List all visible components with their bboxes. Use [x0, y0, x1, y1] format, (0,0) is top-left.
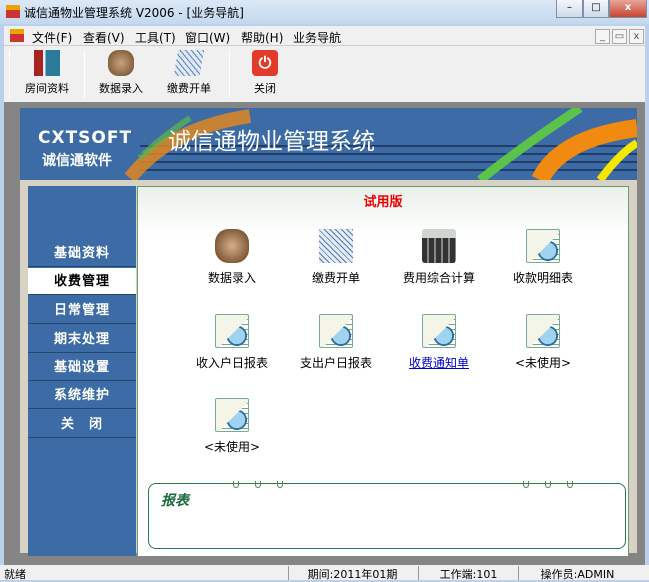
sidebar: 基础资料 收费管理 日常管理 期末处理 基础设置 系统维护 关 闭: [28, 186, 136, 556]
menu-tools[interactable]: 工具(T): [135, 29, 176, 46]
mdi-minimize-button[interactable]: _: [595, 29, 610, 44]
report-magnifier-icon: [319, 314, 353, 348]
nav-label: 费用综合计算: [402, 271, 475, 285]
close-toolbar-button[interactable]: ⏻ 关闭: [230, 50, 300, 96]
nav-unused-2[interactable]: <未使用>: [182, 398, 282, 455]
report-title: 报表: [161, 493, 189, 509]
close-button[interactable]: x: [609, 0, 647, 18]
data-entry-button[interactable]: 数据录入: [86, 50, 156, 96]
report-magnifier-icon: [526, 314, 560, 348]
room-info-label: 房间资料: [25, 82, 69, 95]
banner: CXTSOFT 诚信通软件 诚信通物业管理系统: [20, 108, 637, 180]
brand-chinese: 诚信通软件: [42, 153, 112, 169]
report-panel: 报表: [148, 481, 626, 549]
nav-fee-calculation[interactable]: 费用综合计算: [389, 229, 489, 286]
billing-sheet-icon: [319, 229, 353, 263]
status-operator: 操作员:ADMIN: [518, 566, 636, 581]
report-magnifier-icon: [215, 314, 249, 348]
nav-fee-notice[interactable]: 收费通知单: [389, 314, 489, 371]
mdi-restore-button[interactable]: ▭: [612, 29, 627, 44]
navigation-frame: CXTSOFT 诚信通软件 诚信通物业管理系统 基础资料 收费管理 日常管理 期…: [20, 108, 637, 556]
menu-bar: 文件(F) 查看(V) 工具(T) 窗口(W) 帮助(H) 业务导航 _ ▭ x: [4, 26, 645, 46]
ring-icon: [277, 481, 283, 488]
content-panel: 试用版 数据录入 缴费开单 费用综合计算 收款明细表 收入户日报表 支出户日报表…: [137, 186, 629, 556]
toolbar-separator: [9, 50, 10, 98]
room-info-button[interactable]: 房间资料: [12, 50, 82, 96]
sidebar-item-close[interactable]: 关 闭: [28, 411, 136, 438]
nav-label: 缴费开单: [311, 271, 360, 285]
toolbar: 房间资料 数据录入 缴费开单 ⏻ 关闭: [4, 46, 645, 102]
nav-label: 收入户日报表: [195, 356, 268, 370]
sidebar-item-fee-management[interactable]: 收费管理: [28, 268, 136, 295]
app-house-icon: [6, 5, 20, 18]
ring-icon: [545, 481, 551, 488]
building-icon: [34, 50, 60, 76]
power-icon: ⏻: [252, 50, 278, 76]
nav-receipt-detail[interactable]: 收款明细表: [493, 229, 593, 286]
nav-label: <未使用>: [203, 440, 261, 454]
sidebar-item-basic-settings[interactable]: 基础设置: [28, 354, 136, 381]
nav-label: 收款明细表: [512, 271, 573, 285]
window-title: 诚信通物业管理系统 V2006 - [业务导航]: [24, 6, 244, 20]
title-bar: 诚信通物业管理系统 V2006 - [业务导航] – □ x: [0, 0, 649, 24]
nav-billing[interactable]: 缴费开单: [286, 229, 386, 286]
calculator-icon: [422, 229, 456, 263]
ring-icon: [255, 481, 261, 488]
mdi-house-icon: [10, 29, 24, 42]
nav-label: 支出户日报表: [299, 356, 372, 370]
status-bar: 就绪 期间:2011年01期 工作端:101 操作员:ADMIN: [0, 565, 649, 581]
brand-logo: CXTSOFT: [38, 128, 133, 148]
status-terminal: 工作端:101: [418, 566, 518, 581]
mdi-close-button[interactable]: x: [629, 29, 644, 44]
toolbar-separator: [84, 50, 85, 98]
keyboard-hands-icon: [215, 229, 249, 263]
banner-title: 诚信通物业管理系统: [168, 129, 375, 155]
trial-label: 试用版: [363, 195, 403, 210]
data-entry-label: 数据录入: [99, 82, 143, 95]
workspace: CXTSOFT 诚信通软件 诚信通物业管理系统 基础资料 收费管理 日常管理 期…: [4, 102, 645, 565]
report-magnifier-icon: [215, 398, 249, 432]
report-magnifier-icon: [422, 314, 456, 348]
close-toolbar-label: 关闭: [254, 82, 276, 95]
nav-expense-daily[interactable]: 支出户日报表: [286, 314, 386, 371]
maximize-button[interactable]: □: [583, 0, 609, 18]
billing-button[interactable]: 缴费开单: [154, 50, 224, 96]
menu-file[interactable]: 文件(F): [32, 29, 72, 46]
nav-label: 数据录入: [207, 271, 256, 285]
ring-icon: [567, 481, 573, 488]
minimize-button[interactable]: –: [556, 0, 583, 18]
keyboard-hands-icon: [108, 50, 134, 76]
nav-label: <未使用>: [514, 356, 572, 370]
nav-unused-1[interactable]: <未使用>: [493, 314, 593, 371]
sidebar-item-system-maintenance[interactable]: 系统维护: [28, 382, 136, 409]
report-magnifier-icon: [526, 229, 560, 263]
menu-window[interactable]: 窗口(W): [185, 29, 230, 46]
ring-icon: [523, 481, 529, 488]
nav-data-entry[interactable]: 数据录入: [182, 229, 282, 286]
menu-business-nav[interactable]: 业务导航: [293, 29, 341, 46]
fee-notice-link[interactable]: 收费通知单: [389, 354, 489, 371]
billing-label: 缴费开单: [167, 82, 211, 95]
menu-view[interactable]: 查看(V): [83, 29, 125, 46]
sidebar-item-daily-management[interactable]: 日常管理: [28, 297, 136, 324]
billing-sheet-icon: [173, 50, 205, 76]
sidebar-item-basic-data[interactable]: 基础资料: [28, 240, 136, 267]
status-period: 期间:2011年01期: [288, 566, 416, 581]
sidebar-item-period-end[interactable]: 期末处理: [28, 326, 136, 353]
nav-income-daily[interactable]: 收入户日报表: [182, 314, 282, 371]
ring-icon: [233, 481, 239, 488]
menu-help[interactable]: 帮助(H): [241, 29, 283, 46]
